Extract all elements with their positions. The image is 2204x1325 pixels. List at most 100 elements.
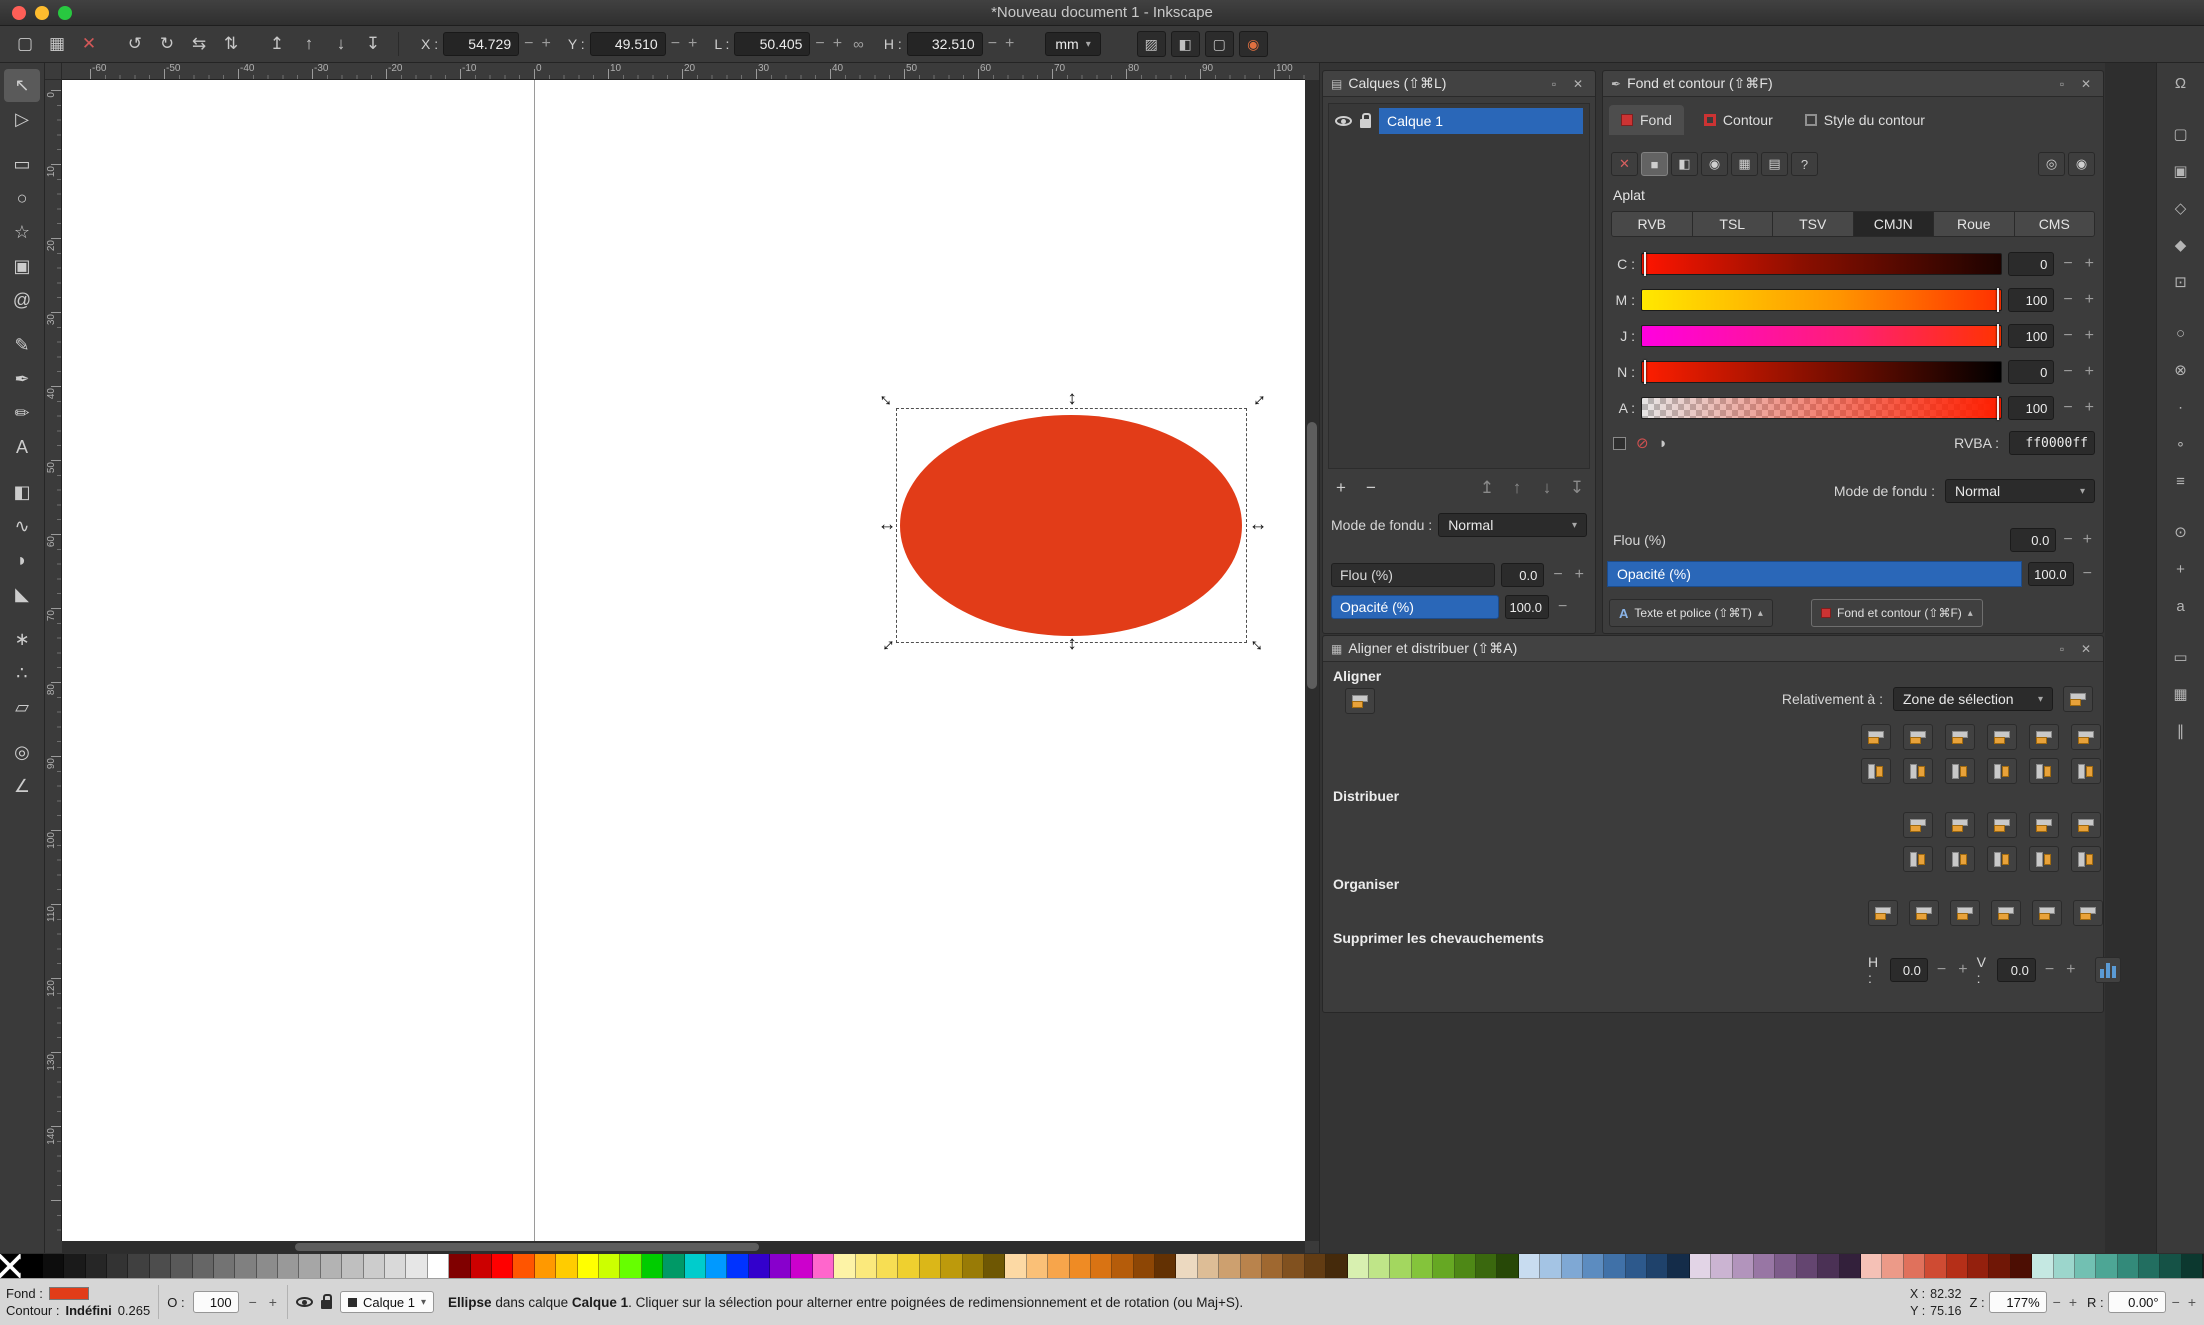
palette-swatch[interactable]	[1262, 1254, 1283, 1278]
zoom-window-button[interactable]	[58, 6, 72, 20]
palette-swatch[interactable]	[1797, 1254, 1818, 1278]
lock-ratio-icon[interactable]: ∞	[853, 36, 864, 53]
color-mode-tab-rvb[interactable]: RVB	[1612, 212, 1693, 236]
no-paint-button[interactable]: ✕	[1611, 152, 1638, 176]
palette-swatch[interactable]	[21, 1254, 42, 1278]
object-opacity-field[interactable]: 100	[193, 1291, 239, 1313]
opacity-decrement-button[interactable]: −	[2080, 566, 2095, 582]
lower-layer-button[interactable]: ↓	[1537, 478, 1557, 498]
scale-radii-toggle[interactable]: ◉	[1239, 31, 1268, 57]
palette-swatch[interactable]	[1455, 1254, 1476, 1278]
palette-swatch[interactable]	[278, 1254, 299, 1278]
palette-swatch[interactable]	[663, 1254, 684, 1278]
magenta-increment-button[interactable]: +	[2082, 292, 2097, 308]
layer-blur-slider[interactable]: Flou (%)	[1331, 563, 1495, 587]
relative-to-dropdown[interactable]: Zone de sélection ▾	[1893, 687, 2053, 711]
text-tool[interactable]: A	[4, 431, 40, 464]
close-panel-icon[interactable]: ✕	[2077, 642, 2095, 656]
snap-bbox-toggle[interactable]: ▢	[2166, 120, 2196, 148]
snap-line-midpoints-toggle[interactable]: ≡	[2166, 467, 2196, 495]
palette-swatch[interactable]	[856, 1254, 877, 1278]
palette-swatch[interactable]	[1497, 1254, 1518, 1278]
magenta-slider[interactable]	[1641, 289, 2002, 311]
yellow-slider[interactable]	[1641, 325, 2002, 347]
raise-to-top-button[interactable]: ↥	[262, 30, 292, 58]
layer-visibility-icon[interactable]	[1335, 116, 1352, 126]
horizontal-scrollbar[interactable]	[62, 1241, 1305, 1253]
detach-panel-icon[interactable]: ▫	[2053, 642, 2071, 656]
raise-button[interactable]: ↑	[294, 30, 324, 58]
palette-swatch[interactable]	[471, 1254, 492, 1278]
align-text-baselines[interactable]	[2071, 758, 2101, 784]
move-patterns-toggle[interactable]: ▨	[1137, 31, 1166, 57]
palette-swatch[interactable]	[1904, 1254, 1925, 1278]
paint-bucket-tool[interactable]: ◣	[4, 578, 40, 611]
palette-swatch[interactable]	[1112, 1254, 1133, 1278]
raise-layer-button[interactable]: ↑	[1507, 478, 1527, 498]
palette-swatch[interactable]	[1668, 1254, 1689, 1278]
opacity-value-field[interactable]: 100.0	[2028, 562, 2074, 586]
palette-swatch[interactable]	[1369, 1254, 1390, 1278]
palette-swatch[interactable]	[2118, 1254, 2139, 1278]
layer-blur-decrement-button[interactable]: −	[1550, 567, 1565, 583]
distribute-centers-horizontally[interactable]	[1945, 812, 1975, 838]
palette-swatch[interactable]	[86, 1254, 107, 1278]
palette-swatch[interactable]	[834, 1254, 855, 1278]
palette-swatch[interactable]	[513, 1254, 534, 1278]
slider-marker[interactable]	[1997, 324, 1999, 348]
palette-swatch[interactable]	[1840, 1254, 1861, 1278]
pattern-button[interactable]: ▦	[1731, 152, 1758, 176]
unclump-objects[interactable]	[2073, 900, 2103, 926]
remove-overlaps-button[interactable]	[2095, 957, 2121, 983]
palette-swatch[interactable]	[492, 1254, 513, 1278]
color-mode-tab-roue[interactable]: Roue	[1934, 212, 2015, 236]
layer-lock-icon[interactable]	[321, 1300, 332, 1309]
scale-handle-left[interactable]: ↔	[877, 515, 897, 535]
align-bottom-edges[interactable]	[1987, 758, 2017, 784]
palette-swatch[interactable]	[791, 1254, 812, 1278]
palette-swatch[interactable]	[2139, 1254, 2160, 1278]
lower-layer-bottom-button[interactable]: ↧	[1567, 478, 1587, 498]
cyan-value-field[interactable]: 0	[2008, 252, 2054, 276]
swatch-checkbox[interactable]	[1613, 437, 1626, 450]
minimize-window-button[interactable]	[35, 6, 49, 20]
tab-stroke-paint[interactable]: Contour	[1692, 105, 1785, 135]
flat-color-button[interactable]: ■	[1641, 152, 1668, 176]
alpha-decrement-button[interactable]: −	[2060, 400, 2075, 416]
palette-swatch[interactable]	[1626, 1254, 1647, 1278]
palette-swatch[interactable]	[749, 1254, 770, 1278]
palette-swatch[interactable]	[1219, 1254, 1240, 1278]
node-tool[interactable]: ▷	[4, 103, 40, 136]
horizontal-scrollbar-thumb[interactable]	[295, 1243, 759, 1251]
x-decrement-button[interactable]: −	[521, 36, 536, 52]
ellipse-tool[interactable]: ○	[4, 182, 40, 215]
palette-swatch[interactable]	[171, 1254, 192, 1278]
zoom-tool[interactable]: ◎	[4, 736, 40, 769]
palette-swatch[interactable]	[898, 1254, 919, 1278]
box3d-tool[interactable]: ▣	[4, 250, 40, 283]
palette-swatch[interactable]	[1968, 1254, 1989, 1278]
blend-mode-dropdown[interactable]: Normal ▾	[1945, 479, 2095, 503]
pencil-tool[interactable]: ✎	[4, 329, 40, 362]
selector-tool[interactable]: ↖	[4, 69, 40, 102]
exchange-in-selection-order[interactable]	[1909, 900, 1939, 926]
layer-blur-value[interactable]: 0.0	[1501, 563, 1544, 587]
rotate-cw-button[interactable]: ↻	[152, 30, 182, 58]
fill-rule-nonzero-button[interactable]: ◉	[2068, 152, 2095, 176]
palette-swatch[interactable]	[193, 1254, 214, 1278]
palette-swatch[interactable]	[1690, 1254, 1711, 1278]
opacity-increment-button[interactable]: +	[267, 1294, 279, 1310]
fill-stroke-indicator[interactable]: Fond : Contour : Indéfini 0.265	[6, 1287, 150, 1317]
zoom-decrement-button[interactable]: −	[2051, 1294, 2063, 1310]
color-mode-tab-tsv[interactable]: TSV	[1773, 212, 1854, 236]
layer-blur-increment-button[interactable]: +	[1572, 567, 1587, 583]
palette-swatch[interactable]	[706, 1254, 727, 1278]
slider-marker[interactable]	[1644, 252, 1646, 276]
palette-swatch[interactable]	[2096, 1254, 2117, 1278]
y-field[interactable]: 49.510	[590, 32, 666, 56]
v-gap-increment-button[interactable]: +	[2063, 962, 2078, 978]
distribute-left-edges[interactable]	[1903, 812, 1933, 838]
cyan-slider[interactable]	[1641, 253, 2002, 275]
height-increment-button[interactable]: +	[1002, 36, 1017, 52]
palette-swatch[interactable]	[1861, 1254, 1882, 1278]
